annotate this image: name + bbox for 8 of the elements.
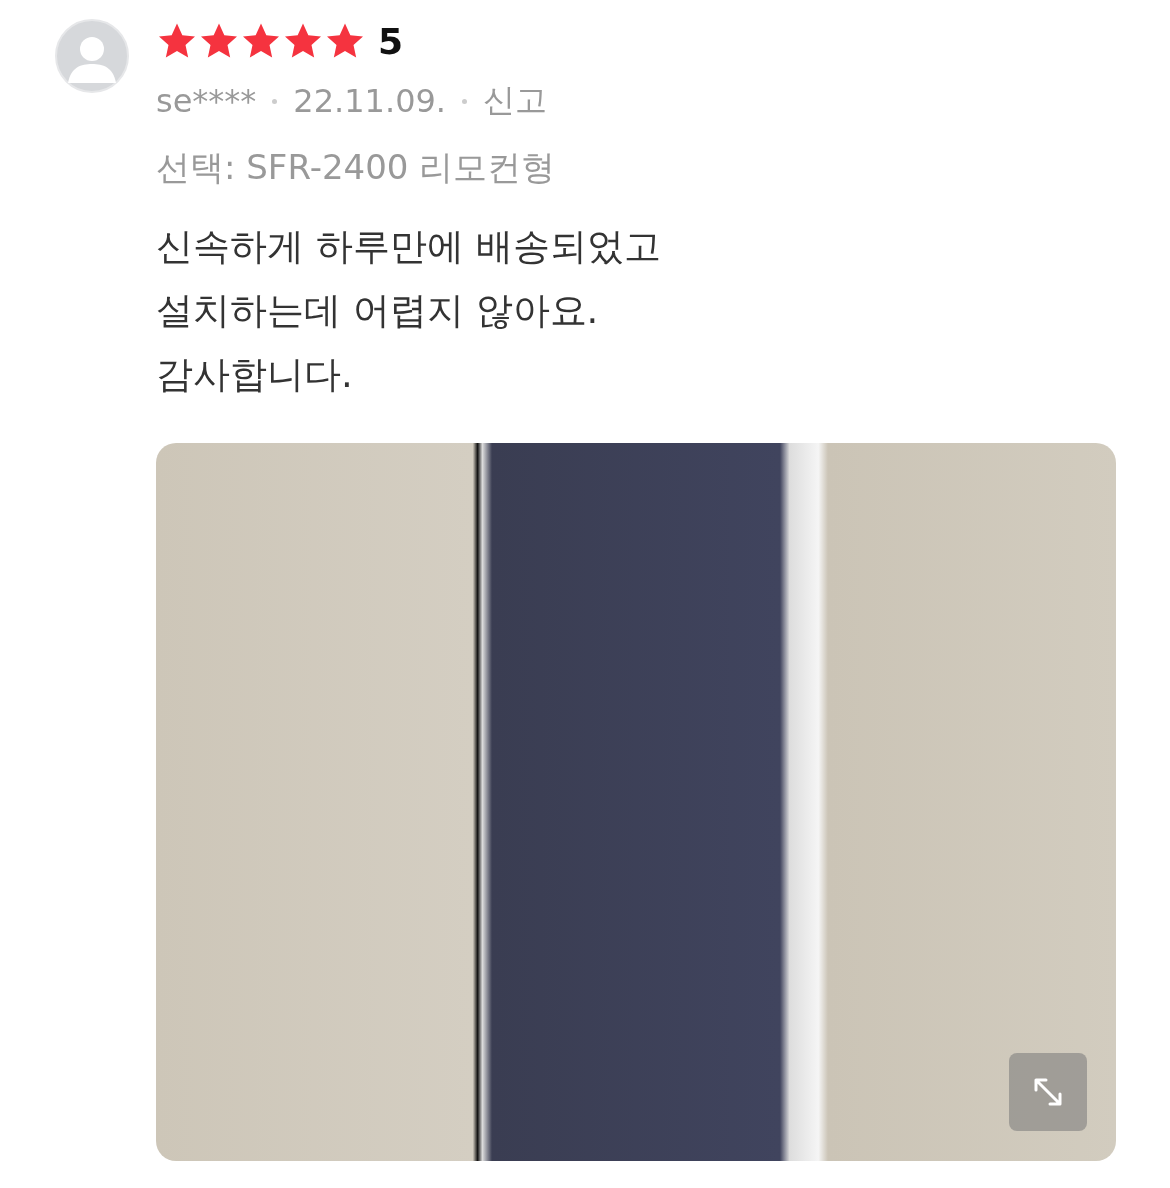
review-text: 신속하게 하루만에 배송되었고 설치하는데 어렵지 않아요. 감사합니다. [156,224,662,398]
review-date: 22.11.09. [293,82,447,120]
expand-button[interactable] [1009,1053,1087,1131]
avatar-icon [55,19,129,93]
option-text: 선택: SFR-2400 리모컨형 [156,146,557,189]
report-link[interactable]: 신고 [483,79,548,123]
author-name: se**** [156,82,257,120]
rating-score: 5 [378,20,404,62]
